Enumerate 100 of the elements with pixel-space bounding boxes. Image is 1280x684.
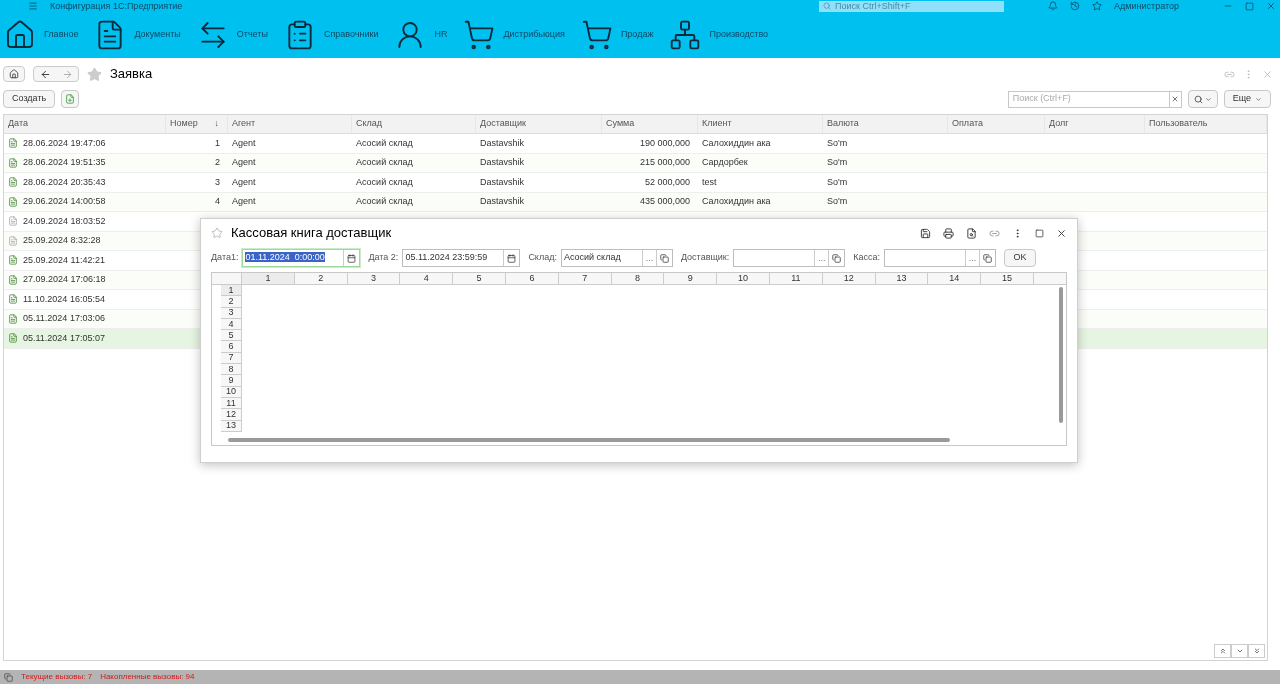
table-cell: Dastavshik bbox=[480, 136, 524, 150]
table-cell-text: 05.11.2024 17:03:06 bbox=[23, 312, 105, 325]
column-number: 9 bbox=[687, 273, 693, 285]
table-cell: So'm bbox=[827, 136, 848, 150]
spreadsheet[interactable]: 1 2 3 4 5 6 7 8 9 10 11 12 13 14 15 1 2 3 4 5 6 7 8 9 10 11 12 13 bbox=[211, 272, 1067, 446]
reference-field[interactable]: ... bbox=[733, 249, 846, 267]
row-number: 3 bbox=[228, 308, 234, 318]
table-cell: test bbox=[702, 175, 717, 189]
section-item[interactable]: Производство bbox=[669, 19, 769, 51]
column-header[interactable]: Склад bbox=[356, 117, 383, 131]
field-label: Склад: bbox=[528, 251, 557, 265]
table-cell: 24.09.2024 18:03:52 bbox=[23, 214, 106, 228]
column-number: 1 bbox=[265, 273, 271, 285]
section-item[interactable]: Дистрибьюция bbox=[463, 19, 565, 51]
status-text: Накопленные вызовы: 94 bbox=[100, 671, 195, 683]
column-header[interactable]: Сумма bbox=[606, 117, 635, 131]
table-cell: Agent bbox=[232, 175, 256, 189]
field-label: Дата1: bbox=[211, 251, 239, 265]
date-field[interactable]: 05.11.2024 23:59:59 bbox=[402, 249, 521, 267]
table-cell: Асосий склад bbox=[356, 175, 413, 189]
field-label: Касса: bbox=[853, 251, 881, 265]
column-number: 10 bbox=[738, 273, 749, 285]
table-cell-text: Agent bbox=[232, 195, 256, 208]
table-cell: 190 000,000 bbox=[639, 136, 690, 150]
field-label: Доставщик: bbox=[680, 251, 730, 265]
table-cell-text: 27.09.2024 17:06:18 bbox=[23, 273, 106, 286]
column-number: 13 bbox=[896, 273, 907, 285]
row-number: 11 bbox=[226, 398, 236, 408]
row-number: 4 bbox=[228, 319, 234, 329]
table-cell-text: Салохиддин ака bbox=[702, 195, 771, 208]
choose-button[interactable]: ... bbox=[814, 250, 829, 266]
choose-button[interactable]: ... bbox=[965, 250, 980, 266]
column-number: 15 bbox=[1002, 273, 1013, 285]
dialog-title: Кассовая книга доставщик bbox=[231, 224, 392, 243]
table-cell: 25.09.2024 11:42:21 bbox=[23, 253, 105, 267]
row-number: 6 bbox=[228, 342, 234, 352]
status-text: Текущие вызовы: 7 bbox=[21, 671, 93, 683]
column-header[interactable]: Клиент bbox=[702, 117, 732, 131]
column-header[interactable]: Валюта bbox=[827, 117, 859, 131]
table-cell-text: So'm bbox=[827, 195, 848, 208]
table-cell: 28.06.2024 20:35:43 bbox=[23, 175, 106, 189]
section-item[interactable]: Справочники bbox=[283, 19, 379, 51]
date-field[interactable]: 01.11.2024 0:00:00 bbox=[242, 249, 361, 267]
field-label: Дата 2: bbox=[368, 251, 399, 265]
column-number: 14 bbox=[949, 273, 960, 285]
table-cell: Dastavshik bbox=[480, 175, 524, 189]
row-number: 5 bbox=[228, 330, 234, 340]
row-number: 8 bbox=[228, 364, 234, 374]
column-header[interactable]: Дата bbox=[8, 117, 28, 131]
column-header[interactable]: Номер bbox=[170, 117, 198, 131]
section-item[interactable]: Документы bbox=[94, 19, 181, 51]
row-number: 9 bbox=[228, 376, 234, 385]
column-header[interactable]: Пользователь bbox=[1149, 117, 1208, 131]
sort-indicator[interactable]: ↓ bbox=[214, 117, 219, 131]
table-cell-text: 25.09.2024 8:32:28 bbox=[23, 234, 101, 247]
column-number: 4 bbox=[423, 273, 429, 285]
reference-field[interactable]: Асосий склад ... bbox=[560, 249, 673, 267]
column-number: 7 bbox=[582, 273, 588, 285]
page-title: Заявка bbox=[110, 65, 153, 84]
column-number: 12 bbox=[843, 273, 854, 285]
table-cell: So'm bbox=[827, 175, 848, 189]
column-number: 6 bbox=[529, 273, 535, 285]
window-title: Конфигурация 1С:Предприятие bbox=[50, 0, 183, 12]
table-cell: 28.06.2024 19:47:06 bbox=[23, 136, 106, 150]
table-cell-text: Dastavshik bbox=[480, 156, 524, 169]
more-button[interactable]: Еще bbox=[1223, 90, 1271, 108]
table-row[interactable]: 28.06.2024 19:51:35 2 Agent Асосий склад Dastavshik 215 000,000 Сардорбек So'm bbox=[4, 153, 1267, 173]
section-item[interactable]: Отчеты bbox=[196, 19, 268, 51]
section-item[interactable]: Продаж bbox=[580, 19, 654, 51]
table-cell-text: 2 bbox=[215, 156, 220, 169]
column-number: 5 bbox=[476, 273, 482, 285]
table-cell: 11.10.2024 16:05:54 bbox=[23, 292, 105, 306]
table-cell-text: So'm bbox=[827, 156, 848, 169]
column-header[interactable]: Оплата bbox=[952, 117, 983, 131]
user-name[interactable]: Администратор bbox=[1114, 0, 1179, 12]
table-cell-text: Agent bbox=[232, 156, 256, 169]
table-cell: 1 bbox=[215, 136, 220, 150]
table-cell: 52 000,000 bbox=[644, 175, 690, 189]
table-cell-text: 215 000,000 bbox=[639, 156, 690, 169]
column-number: 11 bbox=[791, 273, 801, 285]
table-cell-text: Асосий склад bbox=[356, 195, 413, 208]
table-cell: 05.11.2024 17:05:07 bbox=[23, 331, 105, 345]
column-header[interactable]: Агент bbox=[232, 117, 256, 131]
ok-button[interactable]: OK bbox=[1004, 249, 1037, 267]
table-cell: Салохиддин ака bbox=[702, 136, 771, 150]
table-cell-text: Сардорбек bbox=[702, 156, 748, 169]
table-row[interactable]: 29.06.2024 14:00:58 4 Agent Асосий склад Dastavshik 435 000,000 Салохиддин ака So'm bbox=[4, 192, 1267, 212]
reference-field[interactable]: ... bbox=[884, 249, 997, 267]
table-cell: Agent bbox=[232, 136, 256, 150]
section-item[interactable]: Главное bbox=[4, 19, 79, 51]
table-cell-text: 435 000,000 bbox=[639, 195, 690, 208]
row-number: 1 bbox=[228, 285, 234, 295]
column-header[interactable]: Долг bbox=[1049, 117, 1069, 131]
column-header[interactable]: Доставщик bbox=[480, 117, 526, 131]
create-button[interactable]: Создать bbox=[3, 90, 56, 108]
choose-button[interactable]: ... bbox=[641, 250, 656, 266]
table-cell-text: 29.06.2024 14:00:58 bbox=[23, 195, 106, 208]
section-item[interactable]: HR bbox=[394, 19, 448, 51]
column-number: 2 bbox=[318, 273, 324, 285]
column-number: 8 bbox=[634, 273, 640, 285]
